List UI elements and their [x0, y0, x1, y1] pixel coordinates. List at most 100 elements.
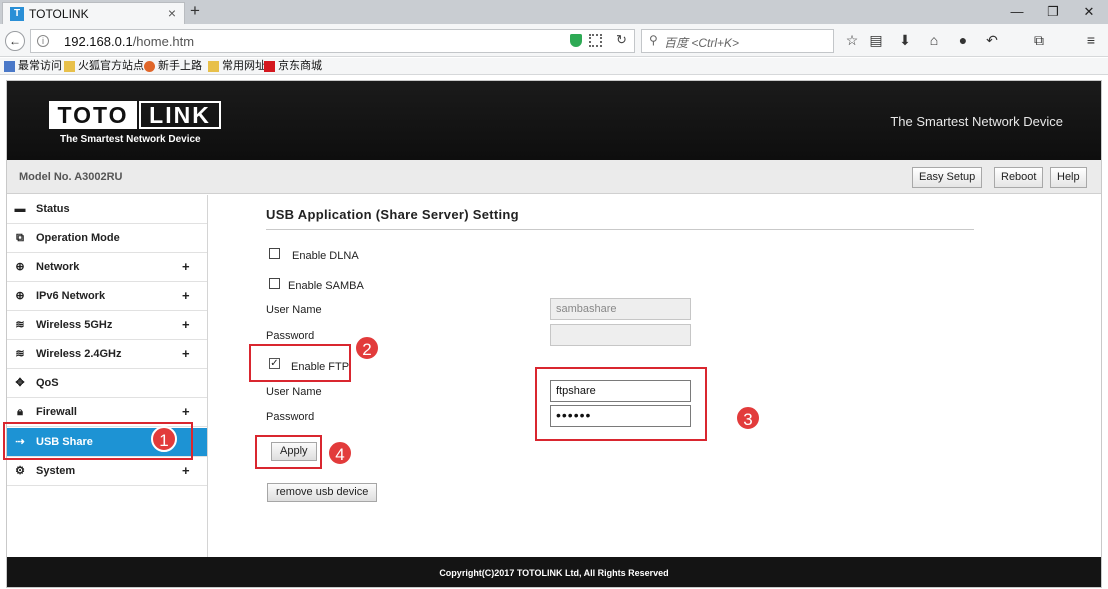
expand-icon[interactable]: +	[182, 463, 190, 478]
ftp-username-label: User Name	[266, 386, 322, 398]
browser-nav-bar: i 192.168.0.1/home.htm ↻ ← ⚲ 百度 <Ctrl+K>…	[0, 24, 1108, 57]
expand-icon[interactable]: +	[182, 346, 190, 361]
page-header: TOTO LINK The Smartest Network Device Th…	[7, 81, 1101, 160]
wifi-icon: ≋	[15, 348, 25, 360]
url-host: 192.168.0.1	[64, 34, 133, 49]
browser-tab[interactable]: T TOTOLINK ×	[2, 2, 185, 24]
jd-icon	[264, 61, 275, 72]
bookmark-item[interactable]: 最常访问	[4, 59, 62, 74]
bookmark-label: 京东商城	[278, 60, 322, 72]
url-text[interactable]: 192.168.0.1/home.htm	[64, 34, 194, 49]
page-footer: Copyright(C)2017 TOTOLINK Ltd, All Right…	[7, 557, 1101, 587]
firefox-icon	[144, 61, 155, 72]
sidebar-item-label: Wireless 2.4GHz	[36, 348, 122, 360]
reboot-button[interactable]: Reboot	[994, 167, 1044, 188]
annotation-marker-4: 4	[327, 440, 353, 466]
info-icon[interactable]: i	[37, 35, 49, 47]
sidebar-item-label: Firewall	[36, 406, 77, 418]
bookmark-item[interactable]: 火狐官方站点	[64, 59, 144, 74]
expand-icon[interactable]: +	[182, 288, 190, 303]
annotation-box-enable-ftp	[249, 344, 351, 382]
annotation-marker-2: 2	[354, 335, 380, 361]
remove-usb-device-button[interactable]: remove usb device	[267, 483, 378, 502]
screenshot-icon[interactable]: ⧉	[1030, 32, 1048, 49]
home-icon[interactable]: ⌂	[925, 32, 943, 48]
annotation-marker-3: 3	[735, 405, 761, 431]
bookmark-star-icon[interactable]: ☆	[843, 32, 861, 49]
header-slogan: The Smartest Network Device	[890, 114, 1063, 129]
menu-icon[interactable]: ≡	[1082, 32, 1100, 48]
window-close-icon[interactable]: ✕	[1075, 2, 1103, 22]
sidebar-item-label: Network	[36, 261, 80, 273]
bookmarks-bar: 最常访问 火狐官方站点 新手上路 常用网址 京东商城	[0, 58, 1108, 75]
download-icon[interactable]: ⬇	[896, 32, 914, 49]
title-divider	[266, 229, 974, 230]
help-button[interactable]: Help	[1050, 167, 1087, 188]
page-title: USB Application (Share Server) Setting	[266, 207, 519, 222]
lock-icon: 🔒︎	[17, 406, 23, 418]
sidebar-item-label: Operation Mode	[36, 232, 120, 244]
new-tab-icon[interactable]: +	[190, 1, 200, 21]
chat-bubble-icon[interactable]: ●	[954, 32, 972, 48]
sidebar: ▬ Status ⧉ Operation Mode ⊕ Network + ⊕ …	[7, 195, 208, 557]
model-bar: Model No. A3002RU Easy Setup Reboot Help	[7, 160, 1101, 194]
sidebar-item-wireless-5ghz[interactable]: ≋ Wireless 5GHz +	[7, 311, 207, 340]
samba-password-input[interactable]	[550, 324, 691, 346]
tab-title: TOTOLINK	[29, 7, 89, 21]
sidebar-item-label: IPv6 Network	[36, 290, 106, 302]
bookmark-item[interactable]: 京东商城	[264, 59, 322, 74]
expand-icon[interactable]: +	[182, 259, 190, 274]
globe-icon: ⊕	[15, 261, 25, 273]
ftp-password-label: Password	[266, 411, 315, 423]
samba-username-input[interactable]	[550, 298, 691, 320]
minimize-icon[interactable]: —	[1003, 2, 1031, 22]
search-bar[interactable]: ⚲ 百度 <Ctrl+K>	[641, 29, 834, 53]
model-number: Model No. A3002RU	[19, 171, 123, 183]
address-bar[interactable]: i 192.168.0.1/home.htm ↻	[30, 29, 635, 53]
search-icon: ⚲	[649, 33, 658, 47]
shield-icon[interactable]	[570, 34, 582, 47]
gear-icon: ⚙	[15, 465, 25, 477]
samba-username-label: User Name	[266, 304, 322, 316]
expand-icon[interactable]: +	[182, 404, 190, 419]
sidebar-item-operation-mode[interactable]: ⧉ Operation Mode	[7, 224, 207, 253]
bookmark-item[interactable]: 新手上路	[144, 59, 202, 74]
easy-setup-button[interactable]: Easy Setup	[912, 167, 983, 188]
expand-icon[interactable]: +	[182, 317, 190, 332]
enable-samba-checkbox[interactable]	[269, 278, 280, 289]
maximize-icon[interactable]: ❐	[1039, 2, 1067, 22]
annotation-box-apply	[255, 435, 322, 469]
sidebar-item-system[interactable]: ⚙ System +	[7, 457, 207, 486]
folder-icon	[208, 61, 219, 72]
sidebar-item-label: System	[36, 465, 76, 477]
wifi-icon: ≋	[15, 319, 25, 331]
globe-icon: ⊕	[15, 290, 25, 302]
bookmark-label: 常用网址	[222, 60, 266, 72]
logo-text-left: TOTO	[49, 101, 137, 129]
back-button[interactable]: ←	[5, 31, 25, 51]
bookmark-item[interactable]: 常用网址	[208, 59, 266, 74]
sidebar-item-ipv6-network[interactable]: ⊕ IPv6 Network +	[7, 282, 207, 311]
window-icon: ⧉	[16, 232, 24, 244]
folder-icon	[64, 61, 75, 72]
undo-icon[interactable]: ↶	[983, 32, 1001, 49]
annotation-box-ftp-credentials	[535, 367, 707, 441]
enable-dlna-checkbox[interactable]	[269, 248, 280, 259]
qr-code-icon[interactable]	[589, 34, 602, 47]
sidebar-item-label: Wireless 5GHz	[36, 319, 113, 331]
reading-list-icon[interactable]: ▤	[867, 32, 885, 49]
bookmark-label: 新手上路	[158, 60, 202, 72]
chat-icon: ▬	[14, 203, 26, 215]
sidebar-item-label: QoS	[36, 377, 59, 389]
reload-icon[interactable]: ↻	[616, 32, 627, 48]
bookmark-label: 火狐官方站点	[78, 60, 144, 72]
totolink-logo: TOTO LINK	[49, 101, 221, 129]
tab-close-icon[interactable]: ×	[168, 5, 176, 21]
sidebar-item-label: Status	[36, 203, 70, 215]
sidebar-item-qos[interactable]: ✥ QoS	[7, 369, 207, 398]
sidebar-item-network[interactable]: ⊕ Network +	[7, 253, 207, 282]
logo-tagline: The Smartest Network Device	[60, 134, 201, 145]
enable-samba-label: Enable SAMBA	[288, 280, 364, 292]
sidebar-item-wireless-24ghz[interactable]: ≋ Wireless 2.4GHz +	[7, 340, 207, 369]
sidebar-item-status[interactable]: ▬ Status	[7, 195, 207, 224]
